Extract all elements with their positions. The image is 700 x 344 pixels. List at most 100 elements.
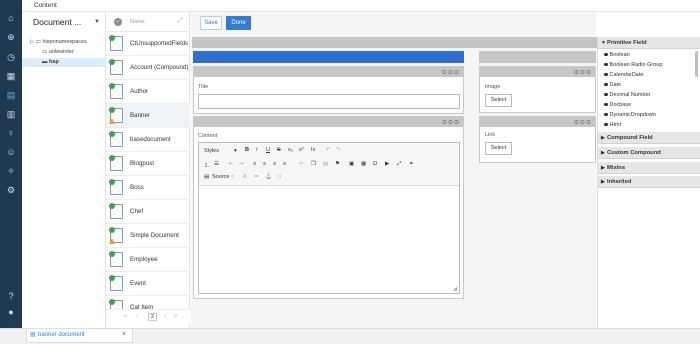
primitive-field-item[interactable]: CalendarDate [604, 72, 643, 78]
primitive-field-item[interactable]: Html [604, 122, 621, 128]
list-item[interactable]: Blogpost [106, 152, 190, 176]
table-icon[interactable]: ▦ [361, 161, 366, 167]
tree-item-selected[interactable] [22, 58, 106, 67]
primitive-field-item[interactable]: DynamicDropdown [604, 112, 656, 118]
section-primitive-field[interactable]: ▼ Primitive Field [598, 37, 700, 49]
done-button[interactable]: Done [226, 16, 251, 30]
indent-icon[interactable]: ⇥ [239, 161, 244, 167]
outdent-icon[interactable]: ⇤ [229, 161, 234, 167]
tree-item-hap[interactable]: ▬ hap [42, 59, 59, 65]
numbered-list-icon[interactable]: ⒈ [204, 161, 210, 169]
document-types-icon[interactable]: ▤ [5, 89, 17, 101]
undo-icon[interactable]: ↶ [326, 147, 331, 153]
list-item[interactable]: Boss [106, 176, 190, 200]
reports-icon[interactable]: ▥ [5, 108, 17, 120]
last-page-button[interactable]: » [174, 313, 177, 319]
clock-icon[interactable]: ◷ [5, 51, 17, 63]
list-item[interactable]: Event [106, 272, 190, 296]
puzzle-icon[interactable]: ✧ [5, 165, 17, 177]
list-item[interactable]: Simple Document [106, 224, 190, 248]
field-controls[interactable]: ⊙⊙⊙ [442, 69, 460, 76]
list-item[interactable]: CtUnsupportedFields [106, 32, 190, 56]
field-controls[interactable]: ⊙⊙⊙ [574, 69, 592, 76]
list-item[interactable]: Account (Compound) [106, 56, 190, 80]
source-button[interactable]: Source [212, 174, 229, 180]
anchor-icon[interactable]: ⚓ [265, 174, 272, 180]
home-icon[interactable]: ⌂ [5, 12, 17, 24]
image-icon[interactable]: ▣ [349, 161, 354, 167]
code-icon[interactable]: ⟨⟩ [277, 174, 281, 180]
subscript-icon[interactable]: x₂ [288, 147, 293, 153]
next-page-button[interactable]: › [164, 313, 166, 319]
tree-item-unlewinter[interactable]: ▭ unlewinter [42, 49, 74, 55]
settings-icon[interactable]: ⚙ [5, 184, 17, 196]
bullet-list-icon[interactable]: ☰ [214, 161, 219, 167]
styles-caret-icon[interactable]: ▾ [234, 148, 237, 154]
page-number[interactable]: 2 [148, 313, 158, 321]
prev-page-button[interactable]: ‹ [136, 313, 138, 319]
unlink-icon[interactable]: ⚮ [254, 174, 259, 180]
bold-icon[interactable]: B [245, 147, 249, 153]
paste-icon[interactable]: ▤ [323, 161, 328, 167]
strike-icon[interactable]: S [277, 147, 281, 153]
special-char-icon[interactable]: Ω [373, 161, 377, 167]
check-all-icon[interactable]: ✓ [114, 18, 122, 26]
close-icon[interactable]: × [122, 331, 126, 338]
save-button[interactable]: Save [200, 16, 222, 30]
primitive-field-item[interactable]: Boolean [604, 52, 630, 58]
expand-arrows-icon[interactable]: ⤢ [178, 18, 183, 25]
find-icon[interactable]: ⌕ [231, 174, 234, 181]
styles-dropdown[interactable]: Styles [204, 148, 219, 154]
users-icon[interactable]: ☺ [5, 146, 17, 158]
superscript-icon[interactable]: x² [299, 147, 304, 153]
image-select-button[interactable]: Select [485, 94, 512, 107]
help-icon[interactable]: ? [5, 290, 17, 302]
section-custom-compound[interactable]: ▶ Custom Compound [598, 147, 700, 159]
document-tab[interactable]: ▤ banner document × [26, 329, 133, 343]
link-icon[interactable]: ⚭ [409, 161, 414, 167]
italic-icon[interactable]: I [256, 147, 258, 153]
section-inherited[interactable]: ▶ Inherited [598, 176, 700, 188]
primitive-field-item[interactable]: Date [604, 82, 621, 88]
list-item[interactable]: Chef [106, 200, 190, 224]
tree-title[interactable]: Document ... [33, 17, 103, 27]
idea-icon[interactable]: ♀ [5, 127, 17, 139]
column-selected[interactable] [193, 51, 464, 63]
primitive-field-item[interactable]: Boolean Radio Group [604, 62, 662, 68]
first-page-button[interactable]: « [124, 313, 127, 319]
list-item[interactable]: Employee [106, 248, 190, 272]
section-mixins[interactable]: ▶ Mixins [598, 162, 700, 174]
field-controls[interactable]: ⊙⊙⊙ [442, 119, 460, 126]
primitive-field-item[interactable]: Docbase [604, 102, 631, 108]
align-right-icon[interactable]: ≡ [273, 161, 276, 167]
align-center-icon[interactable]: ≡ [263, 161, 266, 167]
flag-icon[interactable]: ⚑ [335, 161, 340, 167]
calendar-icon[interactable]: ▦ [5, 70, 17, 82]
title-input[interactable] [198, 94, 460, 109]
tree-item-namespaces[interactable]: ▷ ▭ hisponamespaces [30, 39, 87, 45]
column-2-header[interactable] [479, 51, 596, 63]
justify-icon[interactable]: ≡ [283, 161, 286, 167]
list-item[interactable]: Author [106, 80, 190, 104]
user-icon[interactable]: ● [5, 306, 17, 318]
list-item[interactable]: basedocument [106, 128, 190, 152]
cut-icon[interactable]: ✂ [299, 161, 304, 167]
remove-format-icon[interactable]: Ix [311, 147, 315, 153]
redo-icon[interactable]: ↷ [336, 147, 341, 153]
source-icon[interactable]: ▤ [204, 174, 209, 180]
replace-icon[interactable]: A [243, 174, 247, 180]
align-left-icon[interactable]: ≡ [253, 161, 256, 167]
link-select-button[interactable]: Select [485, 142, 512, 155]
primitive-field-item[interactable]: Decimal Number [604, 92, 650, 98]
rich-text-editor[interactable]: Styles ▾ B I U S x₂ x² Ix ↶ ↷ ⒈ ☰ ⇤ ⇥ ≡ [198, 142, 460, 294]
youtube-icon[interactable]: ▶ [385, 161, 389, 167]
chevron-down-icon[interactable]: ▼ [94, 19, 100, 25]
content-icon[interactable]: ⊕ [5, 31, 17, 43]
section-compound-field[interactable]: ▶ Compound Field [598, 132, 700, 144]
resize-handle-icon[interactable]: ◢ [453, 286, 457, 292]
copy-icon[interactable]: ❐ [311, 161, 316, 167]
list-item[interactable]: Banner [106, 104, 190, 128]
field-controls[interactable]: ⊙⊙⊙ [574, 119, 592, 126]
maximize-icon[interactable]: ⤢ [397, 161, 401, 168]
underline-icon[interactable]: U [266, 147, 270, 153]
